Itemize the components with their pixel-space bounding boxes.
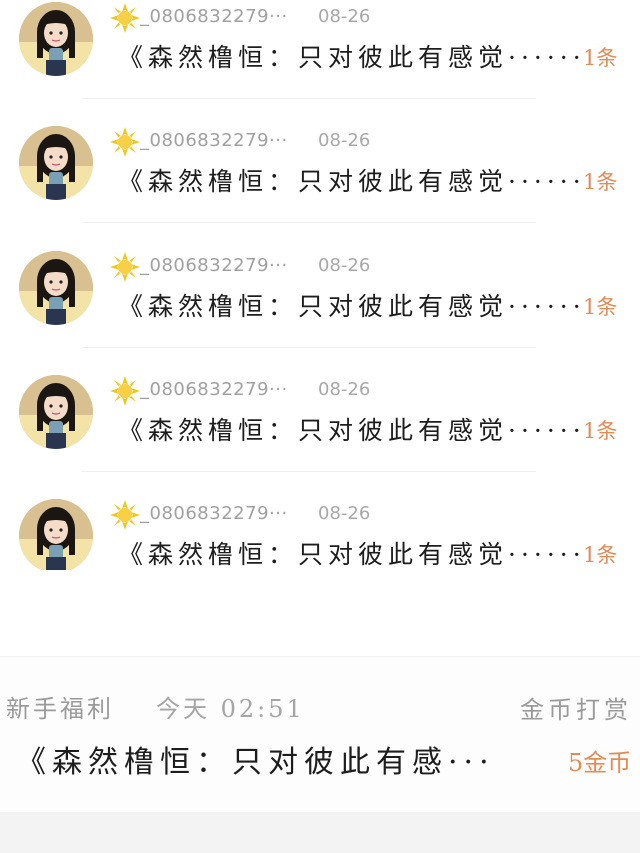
username[interactable]: _0806832279··· bbox=[140, 379, 288, 400]
list-item[interactable]: _0806832279··· 08-26 《森然橹恒：只对彼此有感觉······ 1条 bbox=[0, 0, 640, 124]
sun-icon bbox=[110, 3, 140, 33]
row-divider bbox=[82, 222, 536, 223]
message-count: 1条 bbox=[583, 295, 618, 319]
message-title: 《森然橹恒：只对彼此有感觉······ bbox=[118, 292, 586, 321]
message-date: 08-26 bbox=[318, 130, 371, 151]
message-date: 08-26 bbox=[318, 503, 371, 524]
list-item[interactable]: _0806832279··· 08-26 《森然橹恒：只对彼此有感觉······ 1条 bbox=[0, 249, 640, 373]
row-divider bbox=[82, 98, 536, 99]
reward-card[interactable]: 新手福利 今天 02:51 金币打赏 《森然橹恒：只对彼此有感··· 5金币 bbox=[0, 656, 640, 811]
message-list: _0806832279··· 08-26 《森然橹恒：只对彼此有感觉······ 1条… bbox=[0, 0, 640, 570]
reward-time: 今天 02:51 bbox=[156, 695, 305, 723]
sun-icon bbox=[110, 252, 140, 282]
coin-amount: 5金币 bbox=[568, 749, 632, 777]
avatar[interactable] bbox=[19, 2, 93, 76]
message-count: 1条 bbox=[583, 419, 618, 443]
username[interactable]: _0806832279··· bbox=[140, 503, 288, 524]
message-title: 《森然橹恒：只对彼此有感觉······ bbox=[118, 540, 586, 569]
sun-icon bbox=[110, 500, 140, 530]
list-item[interactable]: _0806832279··· 08-26 《森然橹恒：只对彼此有感觉······ 1条 bbox=[0, 124, 640, 248]
sun-icon bbox=[110, 376, 140, 406]
row-divider bbox=[82, 471, 536, 472]
message-title: 《森然橹恒：只对彼此有感觉······ bbox=[118, 43, 586, 72]
message-title: 《森然橹恒：只对彼此有感觉······ bbox=[118, 416, 586, 445]
username[interactable]: _0806832279··· bbox=[140, 6, 288, 27]
avatar[interactable] bbox=[19, 499, 93, 570]
row-divider bbox=[82, 347, 536, 348]
message-count: 1条 bbox=[583, 170, 618, 194]
reward-title: 《森然橹恒：只对彼此有感··· bbox=[16, 745, 495, 780]
message-count: 1条 bbox=[583, 543, 618, 567]
message-title: 《森然橹恒：只对彼此有感觉······ bbox=[118, 167, 586, 196]
list-item[interactable]: _0806832279··· 08-26 《森然橹恒：只对彼此有感觉······ 1条 bbox=[0, 497, 640, 570]
message-date: 08-26 bbox=[318, 379, 371, 400]
avatar[interactable] bbox=[19, 375, 93, 449]
coin-reward-label: 金币打赏 bbox=[520, 696, 632, 724]
footer-strip bbox=[0, 812, 640, 853]
message-date: 08-26 bbox=[318, 255, 371, 276]
sun-icon bbox=[110, 127, 140, 157]
list-item[interactable]: _0806832279··· 08-26 《森然橹恒：只对彼此有感觉······ 1条 bbox=[0, 373, 640, 497]
avatar[interactable] bbox=[19, 126, 93, 200]
username[interactable]: _0806832279··· bbox=[140, 255, 288, 276]
avatar[interactable] bbox=[19, 251, 93, 325]
message-count: 1条 bbox=[583, 46, 618, 70]
username[interactable]: _0806832279··· bbox=[140, 130, 288, 151]
message-date: 08-26 bbox=[318, 6, 371, 27]
reward-label: 新手福利 bbox=[6, 695, 114, 723]
